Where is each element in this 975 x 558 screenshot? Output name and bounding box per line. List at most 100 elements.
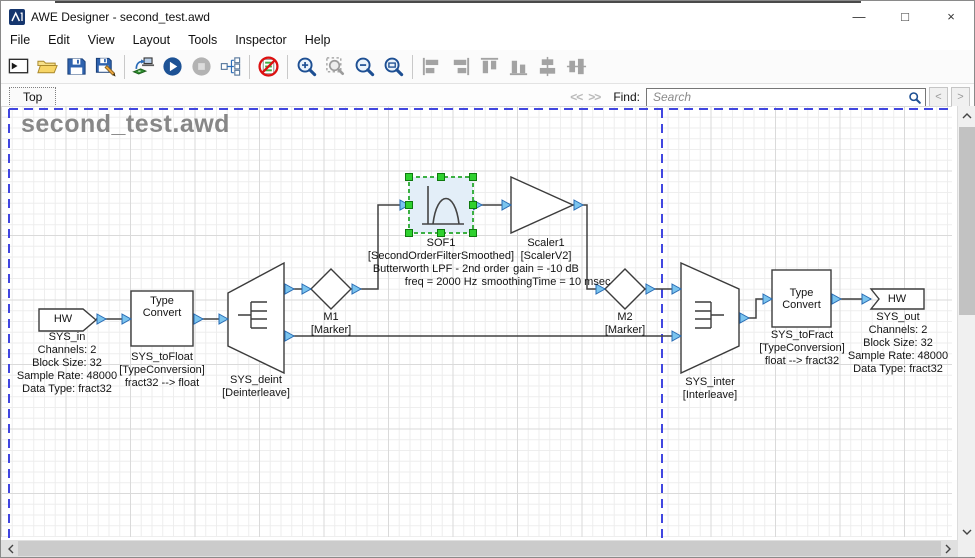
align-center-vertical-button[interactable]	[562, 52, 591, 81]
menu-layout[interactable]: Layout	[124, 31, 180, 49]
input-pin	[672, 331, 681, 341]
find-prev-button[interactable]: <	[929, 87, 948, 108]
caption-line: [Interleave]	[683, 389, 737, 402]
output-pin	[352, 284, 361, 294]
align-top-button[interactable]	[475, 52, 504, 81]
menu-tools[interactable]: Tools	[179, 31, 226, 49]
caption-scaler1: Scaler1 [ScalerV2] gain = -10 dB smoothi…	[482, 237, 611, 289]
main-toolbar	[1, 50, 974, 84]
chevron-right-icon	[945, 544, 951, 554]
block-label-hw-in: HW	[39, 313, 87, 325]
find-input-wrap	[646, 88, 926, 107]
caption-line: [Marker]	[605, 324, 645, 337]
output-pin	[740, 313, 749, 323]
find-next-double-button[interactable]: >>	[585, 88, 603, 106]
chevron-down-icon	[962, 529, 972, 535]
connect-to-target-button[interactable]	[129, 52, 158, 81]
awe-app-icon	[9, 9, 25, 25]
save-as-icon	[94, 55, 117, 78]
zoom-fit-icon	[382, 55, 405, 78]
menu-inspector[interactable]: Inspector	[226, 31, 295, 49]
propagate-changes-icon	[219, 55, 242, 78]
scroll-left-button[interactable]	[3, 540, 19, 557]
connect-target-icon	[132, 55, 155, 78]
toolbar-separator	[124, 55, 125, 79]
minimize-button[interactable]: —	[836, 4, 882, 29]
caption-line: Data Type: fract32	[17, 383, 117, 396]
align-right-button[interactable]	[446, 52, 475, 81]
menu-bar: File Edit View Layout Tools Inspector He…	[1, 29, 974, 50]
output-pin	[194, 314, 203, 324]
maximize-button[interactable]: □	[882, 4, 928, 29]
save-file-as-button[interactable]	[91, 52, 120, 81]
run-layout-button[interactable]	[158, 52, 187, 81]
close-button[interactable]: ×	[928, 4, 974, 29]
search-input[interactable]	[646, 88, 926, 107]
open-file-button[interactable]	[33, 52, 62, 81]
caption-line: M2	[605, 311, 645, 324]
block-scaler1[interactable]	[511, 177, 573, 233]
block-m2[interactable]	[605, 269, 645, 309]
align-bottom-button[interactable]	[504, 52, 533, 81]
zoom-out-icon	[353, 55, 376, 78]
window-controls: — □ ×	[836, 4, 974, 29]
zoom-in-button[interactable]	[292, 52, 321, 81]
horizontal-scrollbar[interactable]	[1, 540, 958, 557]
block-label-typeconvert-2: Type Convert	[772, 287, 831, 311]
input-pin	[122, 314, 131, 324]
find-label: Find:	[613, 90, 640, 104]
caption-m1: M1 [Marker]	[311, 311, 351, 337]
scroll-up-button[interactable]	[958, 108, 975, 124]
vertical-scrollbar[interactable]	[957, 106, 975, 542]
align-center-horizontal-button[interactable]	[533, 52, 562, 81]
align-top-icon	[478, 55, 501, 78]
stop-layout-button[interactable]	[187, 52, 216, 81]
propagate-changes-button[interactable]	[216, 52, 245, 81]
menu-view[interactable]: View	[79, 31, 124, 49]
input-pin	[219, 314, 228, 324]
save-file-button[interactable]	[62, 52, 91, 81]
block-m1[interactable]	[311, 269, 351, 309]
find-next-button[interactable]: >	[951, 87, 970, 108]
block-sys-inter[interactable]	[681, 263, 739, 373]
zoom-to-selection-button[interactable]	[321, 52, 350, 81]
caption-line: Block Size: 32	[17, 357, 117, 370]
zoom-to-fit-button[interactable]	[379, 52, 408, 81]
caption-line: SYS_out	[848, 311, 948, 324]
menu-file[interactable]: File	[1, 31, 39, 49]
toolbar-separator	[249, 55, 250, 79]
search-icon[interactable]	[908, 91, 922, 105]
block-sof1[interactable]	[406, 174, 477, 237]
scrollbar-corner	[958, 540, 975, 557]
caption-line: SYS_deint	[222, 374, 290, 387]
window-title: AWE Designer - second_test.awd	[31, 10, 210, 24]
caption-line: fract32 --> float	[119, 377, 205, 390]
block-sys-deint[interactable]	[228, 263, 284, 373]
horizontal-scroll-thumb[interactable]	[18, 541, 941, 556]
caption-sys-out: SYS_out Channels: 2 Block Size: 32 Sampl…	[848, 311, 948, 376]
open-folder-icon	[36, 55, 59, 78]
design-canvas[interactable]: second_test.awd	[1, 106, 958, 542]
new-layout-button[interactable]	[4, 52, 33, 81]
input-pin	[862, 294, 871, 304]
caption-line: Scaler1	[482, 237, 611, 250]
menu-help[interactable]: Help	[296, 31, 340, 49]
zoom-selection-icon	[324, 55, 347, 78]
chevron-up-icon	[962, 113, 972, 119]
caption-line: [TypeConversion]	[119, 364, 205, 377]
align-center-vertical-icon	[565, 55, 588, 78]
menu-edit[interactable]: Edit	[39, 31, 79, 49]
scroll-down-button[interactable]	[958, 524, 975, 540]
find-prev-double-button[interactable]: <<	[567, 88, 585, 106]
toolbar-separator	[412, 55, 413, 79]
scroll-right-button[interactable]	[940, 540, 956, 557]
workspace: second_test.awd	[1, 106, 975, 557]
caption-line: SYS_toFract	[759, 329, 845, 342]
disable-inspectors-button[interactable]	[254, 52, 283, 81]
align-left-button[interactable]	[417, 52, 446, 81]
zoom-out-button[interactable]	[350, 52, 379, 81]
vertical-scroll-thumb[interactable]	[959, 127, 975, 315]
caption-line: gain = -10 dB	[482, 263, 611, 276]
input-pin	[302, 284, 311, 294]
tab-top[interactable]: Top	[9, 87, 56, 107]
